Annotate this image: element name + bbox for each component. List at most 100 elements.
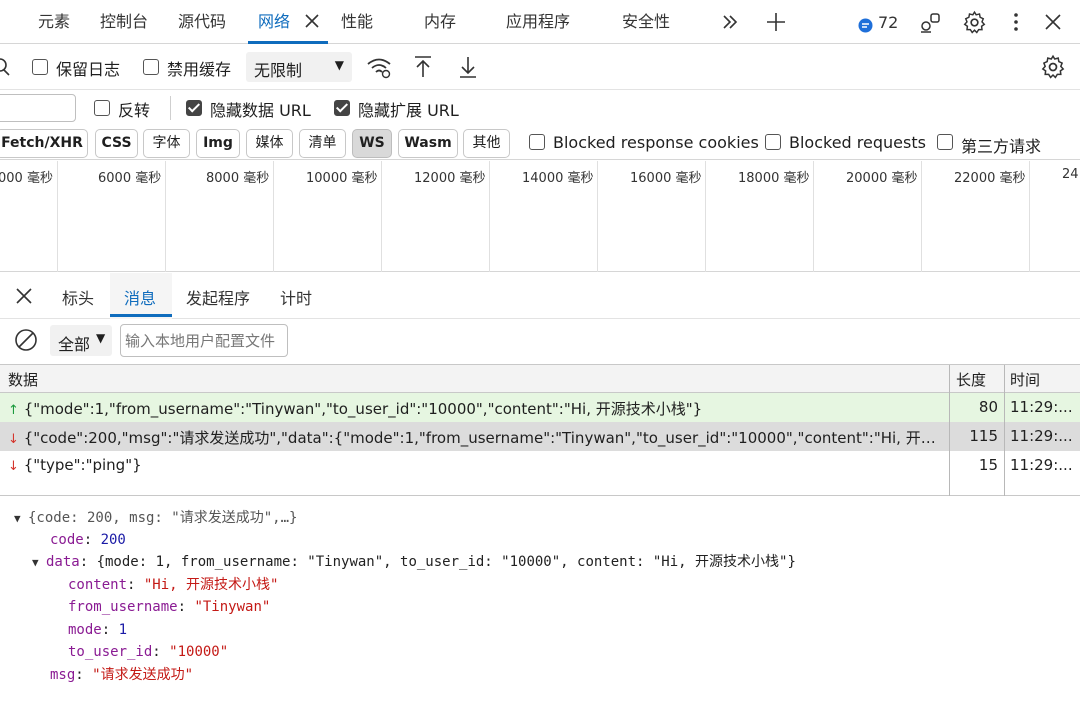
table-row[interactable]: ↓ {"code":200,"msg":"请求发送成功","data":{"mo…	[0, 422, 1080, 451]
received-arrow-icon: ↓	[8, 432, 19, 447]
close-tab-icon[interactable]	[301, 10, 323, 32]
hide-extension-url-label: 隐藏扩展 URL	[358, 101, 459, 120]
message-count[interactable]: 72	[878, 12, 898, 34]
invert-label: 反转	[118, 101, 151, 120]
timeline-tick: 10000 毫秒	[306, 171, 378, 186]
column-header-length[interactable]: 长度	[956, 369, 986, 390]
expanded-triangle-icon[interactable]: ▼	[14, 509, 28, 529]
active-tab-indicator	[248, 41, 328, 44]
column-header-time[interactable]: 时间	[1010, 369, 1040, 390]
tab-application[interactable]: 应用程序	[506, 0, 570, 44]
filter-chip-manifest[interactable]: 清单	[299, 129, 346, 158]
third-party-checkbox[interactable]	[937, 134, 953, 150]
column-header-data[interactable]: 数据	[8, 369, 38, 390]
more-tabs-chevron-icon[interactable]	[720, 12, 740, 32]
tab-performance[interactable]: 性能	[341, 0, 373, 44]
message-json-tree: ▼ {code: 200, msg: "请求发送成功",…} code: 200 …	[0, 498, 1080, 705]
tab-security[interactable]: 安全性	[622, 0, 670, 44]
network-settings-gear-icon[interactable]	[1040, 54, 1066, 80]
close-detail-icon[interactable]	[14, 286, 34, 306]
tab-headers[interactable]: 标头	[62, 285, 94, 309]
grid-line	[273, 161, 274, 272]
export-har-download-icon[interactable]	[457, 55, 479, 79]
timeline-tick: 20000 毫秒	[846, 171, 918, 186]
hide-data-url-checkbox[interactable]	[186, 100, 202, 116]
tab-initiator[interactable]: 发起程序	[186, 285, 250, 309]
blocked-requests-checkbox[interactable]	[765, 134, 781, 150]
filter-chip-fetch-xhr[interactable]: Fetch/XHR	[0, 129, 88, 158]
network-conditions-wifi-icon[interactable]	[366, 55, 392, 79]
tab-timing[interactable]: 计时	[280, 285, 312, 309]
filter-input[interactable]	[0, 94, 76, 122]
message-time-cell: 11:29:...	[1010, 427, 1073, 445]
message-filter-field[interactable]	[121, 325, 287, 356]
tab-console[interactable]: 控制台	[100, 0, 148, 44]
tree-key: data	[46, 554, 80, 570]
tree-key: to_user_id	[68, 644, 153, 660]
tab-messages[interactable]: 消息	[124, 285, 156, 309]
tree-root-node[interactable]: ▼ {code: 200, msg: "请求发送成功",…}	[14, 508, 297, 529]
tree-key: mode	[68, 622, 102, 638]
add-tab-icon[interactable]	[765, 11, 787, 33]
invert-checkbox[interactable]	[94, 100, 110, 116]
timeline-tick: 8000 毫秒	[206, 171, 270, 186]
active-tab-indicator	[110, 314, 172, 317]
tree-node-data[interactable]: ▼ data: {mode: 1, from_username: "Tinywan…	[32, 552, 796, 573]
tree-node-msg: msg: "请求发送成功"	[50, 667, 194, 683]
tab-elements[interactable]: 元素	[38, 0, 70, 44]
settings-gear-icon[interactable]	[962, 10, 987, 35]
tree-node-mode: mode: 1	[68, 622, 128, 638]
divider	[170, 96, 171, 120]
filter-chip-wasm[interactable]: Wasm	[398, 129, 458, 158]
message-length-cell: 80	[978, 398, 998, 416]
expanded-triangle-icon[interactable]: ▼	[32, 553, 46, 573]
timeline-tick: 6000 毫秒	[98, 171, 162, 186]
import-har-upload-icon[interactable]	[412, 55, 434, 79]
message-time-cell: 11:29:...	[1010, 456, 1073, 474]
more-options-icon[interactable]	[1008, 11, 1024, 33]
table-header: 数据 长度 时间	[0, 365, 1080, 393]
tab-sources[interactable]: 源代码	[178, 0, 226, 44]
customize-icon[interactable]	[918, 11, 942, 35]
hide-data-url-label: 隐藏数据 URL	[210, 101, 311, 120]
tab-memory[interactable]: 内存	[424, 0, 456, 44]
throttling-select[interactable]: 无限制 ▼	[246, 52, 352, 82]
received-arrow-icon: ↓	[8, 459, 19, 474]
tab-network[interactable]: 网络	[258, 0, 290, 44]
message-data-cell: ↑ {"mode":1,"from_username":"Tinywan","t…	[8, 398, 943, 419]
hide-extension-url-checkbox[interactable]	[334, 100, 350, 116]
filter-chip-font[interactable]: 字体	[143, 129, 190, 158]
search-icon[interactable]	[0, 57, 14, 77]
tree-key: msg	[50, 667, 76, 683]
message-type-value: 全部	[58, 335, 91, 354]
messages-table: 数据 长度 时间 ↑ {"mode":1,"from_username":"Ti…	[0, 364, 1080, 496]
filter-chip-css[interactable]: CSS	[95, 129, 138, 158]
message-filter-input[interactable]	[120, 324, 288, 357]
table-row[interactable]: ↓ {"type":"ping"} 15 11:29:...	[0, 451, 1080, 480]
message-type-select[interactable]: 全部 ▼	[50, 325, 112, 356]
filter-chip-media[interactable]: 媒体	[246, 129, 293, 158]
column-resize-handle[interactable]	[1004, 365, 1005, 496]
grid-line	[705, 161, 706, 272]
grid-line	[381, 161, 382, 272]
preserve-log-checkbox[interactable]	[32, 59, 48, 75]
timeline-tick: 12000 毫秒	[414, 171, 486, 186]
blocked-cookies-checkbox[interactable]	[529, 134, 545, 150]
table-row[interactable]: ↑ {"mode":1,"from_username":"Tinywan","t…	[0, 393, 1080, 422]
disable-cache-label: 禁用缓存	[167, 60, 232, 79]
column-resize-handle[interactable]	[949, 365, 950, 496]
disable-cache-checkbox[interactable]	[143, 59, 159, 75]
filter-chip-ws[interactable]: WS	[352, 129, 392, 158]
clear-messages-icon[interactable]	[14, 328, 38, 352]
message-length-cell: 115	[969, 427, 998, 445]
network-overview-timeline[interactable]: 000 毫秒 6000 毫秒 8000 毫秒 10000 毫秒 12000 毫秒…	[0, 161, 1080, 272]
tree-value: {mode: 1, from_username: "Tinywan", to_u…	[96, 554, 796, 570]
message-time-cell: 11:29:...	[1010, 398, 1073, 416]
message-data-text: {"mode":1,"from_username":"Tinywan","to_…	[23, 400, 703, 418]
message-badge-icon[interactable]	[858, 18, 873, 33]
filter-chip-other[interactable]: 其他	[463, 129, 510, 158]
close-devtools-icon[interactable]	[1042, 11, 1064, 33]
filter-chip-img[interactable]: Img	[196, 129, 240, 158]
grid-line	[813, 161, 814, 272]
message-data-text: {"type":"ping"}	[23, 456, 142, 474]
